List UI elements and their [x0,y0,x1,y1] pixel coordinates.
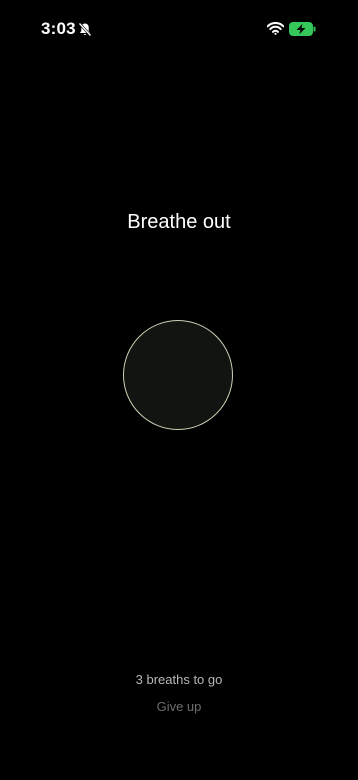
battery-charging-icon [289,22,316,36]
give-up-button[interactable]: Give up [139,697,219,717]
wifi-icon [266,22,285,35]
breathing-circle [123,320,233,430]
status-bar: 3:03 [0,0,358,56]
silent-mode-icon [78,22,92,37]
breaths-remaining-text: 3 breaths to go [135,672,223,687]
status-time: 3:03 [41,19,76,38]
breathing-instruction: Breathe out [127,211,231,233]
